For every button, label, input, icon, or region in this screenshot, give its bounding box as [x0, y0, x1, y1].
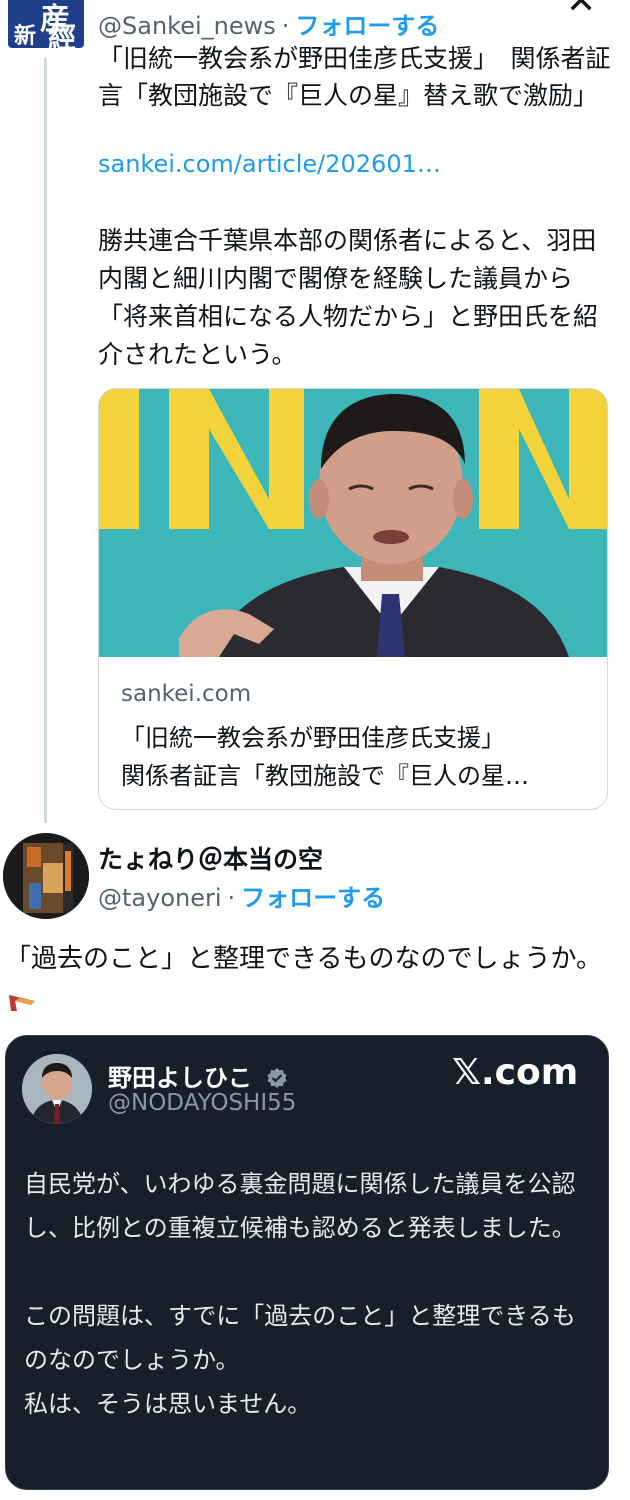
article-link[interactable]: sankei.com/article/202601…: [98, 150, 441, 178]
embedded-display-name: 野田よしひこ: [108, 1058, 288, 1093]
embedded-handle: @NODAYOSHI55: [108, 1090, 297, 1116]
card-domain: sankei.com: [121, 681, 252, 707]
separator-dot: ·: [227, 884, 236, 912]
thread-connector-line: [44, 58, 47, 823]
quoted-tweet-headline: 「旧統一教会系が野田佳彦氏支援」 関係者証言「教団施設で『巨人の星』替え歌で激励…: [98, 44, 611, 110]
card-title-line-1: 「旧統一教会系が野田佳彦氏支援」: [121, 724, 505, 752]
reply-display-name[interactable]: たょねり＠本当の空: [98, 840, 323, 876]
quoted-tweet-header: @Sankei_news · フォローする: [98, 6, 439, 41]
tayoneri-avatar[interactable]: [3, 833, 89, 919]
embedded-paragraph-1: 自民党が、いわゆる裏金問題に関係した議員を公認し、比例との重複立候補も認めると発…: [24, 1170, 576, 1242]
card-title-line-2: 関係者証言「教団施設で『巨人の星…: [121, 762, 529, 790]
boomerang-emoji-icon: [9, 994, 35, 1011]
separator-dot: ·: [281, 12, 290, 40]
reply-tweet-text: 「過去のこと」と整理できるものなのでしょうか。: [5, 944, 602, 974]
follow-button[interactable]: フォローする: [295, 12, 439, 40]
reply-handle[interactable]: @tayoneri: [98, 884, 222, 912]
noda-avatar: [22, 1054, 92, 1124]
tweet-thread: 産 新 經 ✕ @Sankei_news · フォローする 「旧統一教会系が野田佳彦…: [0, 0, 630, 1500]
reply-tweet-body: 「過去のこと」と整理できるものなのでしょうか。: [5, 938, 605, 1022]
embedded-post-text: 自民党が、いわゆる裏金問題に関係した議員を公認し、比例との重複立候補も認めると発…: [24, 1162, 599, 1426]
x-close-icon[interactable]: ✕: [566, 0, 596, 20]
article-photo: [99, 389, 607, 657]
follow-button[interactable]: フォローする: [241, 884, 385, 912]
sankei-avatar[interactable]: 産 新 經: [8, 0, 84, 48]
avatar-glyph-3: 經: [48, 21, 77, 48]
card-title: 「旧統一教会系が野田佳彦氏支援」 関係者証言「教団施設で『巨人の星…: [121, 719, 591, 795]
quoted-tweet-handle[interactable]: @Sankei_news: [98, 12, 276, 40]
embedded-paragraph-2-line-1: この問題は、すでに「過去のこと」と整理できるものなのでしょうか。: [24, 1302, 576, 1374]
reply-tweet-header: @tayoneri · フォローする: [98, 878, 385, 913]
x-brand-logo: 𝕏.com: [452, 1052, 579, 1093]
quoted-tweet-body: 勝共連合千葉県本部の関係者によると、羽田内閣と細川内閣で閣僚を経験した議員から「…: [98, 226, 599, 369]
embedded-paragraph-2-line-2: 私は、そうは思いません。: [24, 1390, 312, 1418]
embedded-name-text: 野田よしひこ: [108, 1064, 252, 1092]
avatar-glyph-2: 新: [14, 23, 37, 48]
verified-badge-icon: [267, 1068, 287, 1088]
embedded-post-image[interactable]: 野田よしひこ @NODAYOSHI55 𝕏.com 自民党が、いわゆる裏金問題に…: [5, 1035, 609, 1490]
link-preview-card[interactable]: sankei.com 「旧統一教会系が野田佳彦氏支援」 関係者証言「教団施設で『…: [98, 388, 608, 810]
